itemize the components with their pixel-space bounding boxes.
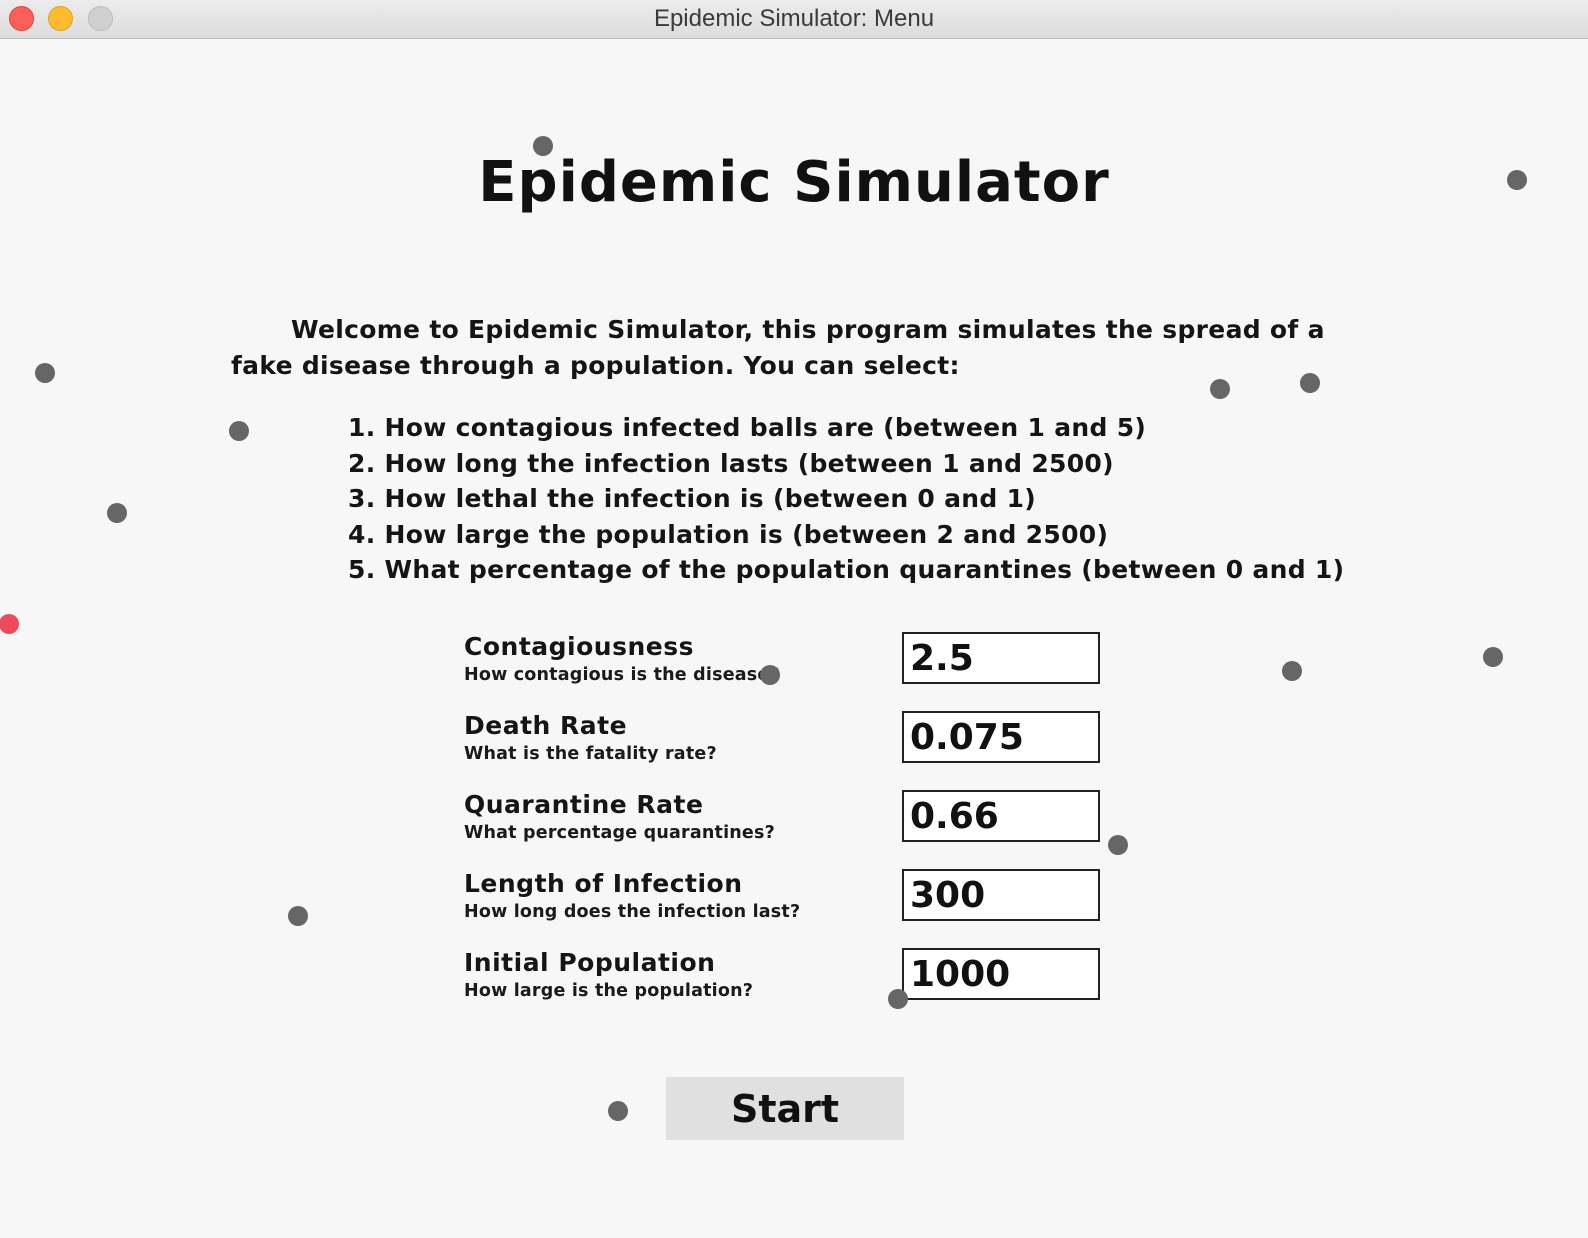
app-window: Epidemic Simulator: Menu Epidemic Simula… xyxy=(0,0,1588,1238)
quarantine-rate-input[interactable] xyxy=(902,790,1100,842)
infected-ball-icon xyxy=(0,614,19,634)
ball-icon xyxy=(888,989,908,1009)
death-rate-input[interactable] xyxy=(902,711,1100,763)
param-label: Contagiousness xyxy=(464,632,694,661)
param-label: Length of Infection xyxy=(464,869,743,898)
window-title: Epidemic Simulator: Menu xyxy=(653,5,935,32)
ball-icon xyxy=(1300,373,1320,393)
initial-population-input[interactable] xyxy=(902,948,1100,1000)
start-button[interactable]: Start xyxy=(666,1077,904,1140)
param-description: What is the fatality rate? xyxy=(464,744,717,764)
ball-icon xyxy=(1483,647,1503,667)
intro-text: Welcome to Epidemic Simulator, this prog… xyxy=(231,315,1325,380)
contagiousness-input[interactable] xyxy=(902,632,1100,684)
param-row-infection-length: Length of Infection How long does the in… xyxy=(464,869,1104,933)
ball-icon xyxy=(107,503,127,523)
list-item: 4. How large the population is (between … xyxy=(348,519,1109,549)
param-description: What percentage quarantines? xyxy=(464,823,775,843)
ball-icon xyxy=(35,363,55,383)
ball-icon xyxy=(288,906,308,926)
ball-icon xyxy=(760,665,780,685)
list-item: 5. What percentage of the population qua… xyxy=(348,555,1345,584)
list-item: 2. How long the infection lasts (between… xyxy=(348,448,1114,478)
list-item: 1. How contagious infected balls are (be… xyxy=(348,413,1147,442)
param-description: How large is the population? xyxy=(464,981,754,1001)
param-row-death-rate: Death Rate What is the fatality rate? xyxy=(464,711,1104,775)
param-description: How contagious is the disease? xyxy=(464,665,780,685)
param-row-quarantine-rate: Quarantine Rate What percentage quaranti… xyxy=(464,790,1104,854)
page-title: Epidemic Simulator xyxy=(478,150,1110,215)
title-bar: Epidemic Simulator: Menu xyxy=(0,0,1588,39)
param-label: Quarantine Rate xyxy=(464,790,704,819)
infection-length-input[interactable] xyxy=(902,869,1100,921)
param-description: How long does the infection last? xyxy=(464,902,801,922)
param-label: Death Rate xyxy=(464,711,628,740)
options-list: 1. How contagious infected balls are (be… xyxy=(348,410,1344,588)
ball-icon xyxy=(608,1101,628,1121)
ball-icon xyxy=(533,136,553,156)
list-item: 3. How lethal the infection is (between … xyxy=(348,484,1037,513)
ball-icon xyxy=(1507,170,1527,190)
ball-icon xyxy=(1210,379,1230,399)
param-row-contagiousness: Contagiousness How contagious is the dis… xyxy=(464,632,1104,696)
ball-icon xyxy=(1108,835,1128,855)
param-label: Initial Population xyxy=(464,948,716,977)
ball-icon xyxy=(229,421,249,441)
ball-icon xyxy=(1282,661,1302,681)
param-row-initial-population: Initial Population How large is the popu… xyxy=(464,948,1104,1012)
